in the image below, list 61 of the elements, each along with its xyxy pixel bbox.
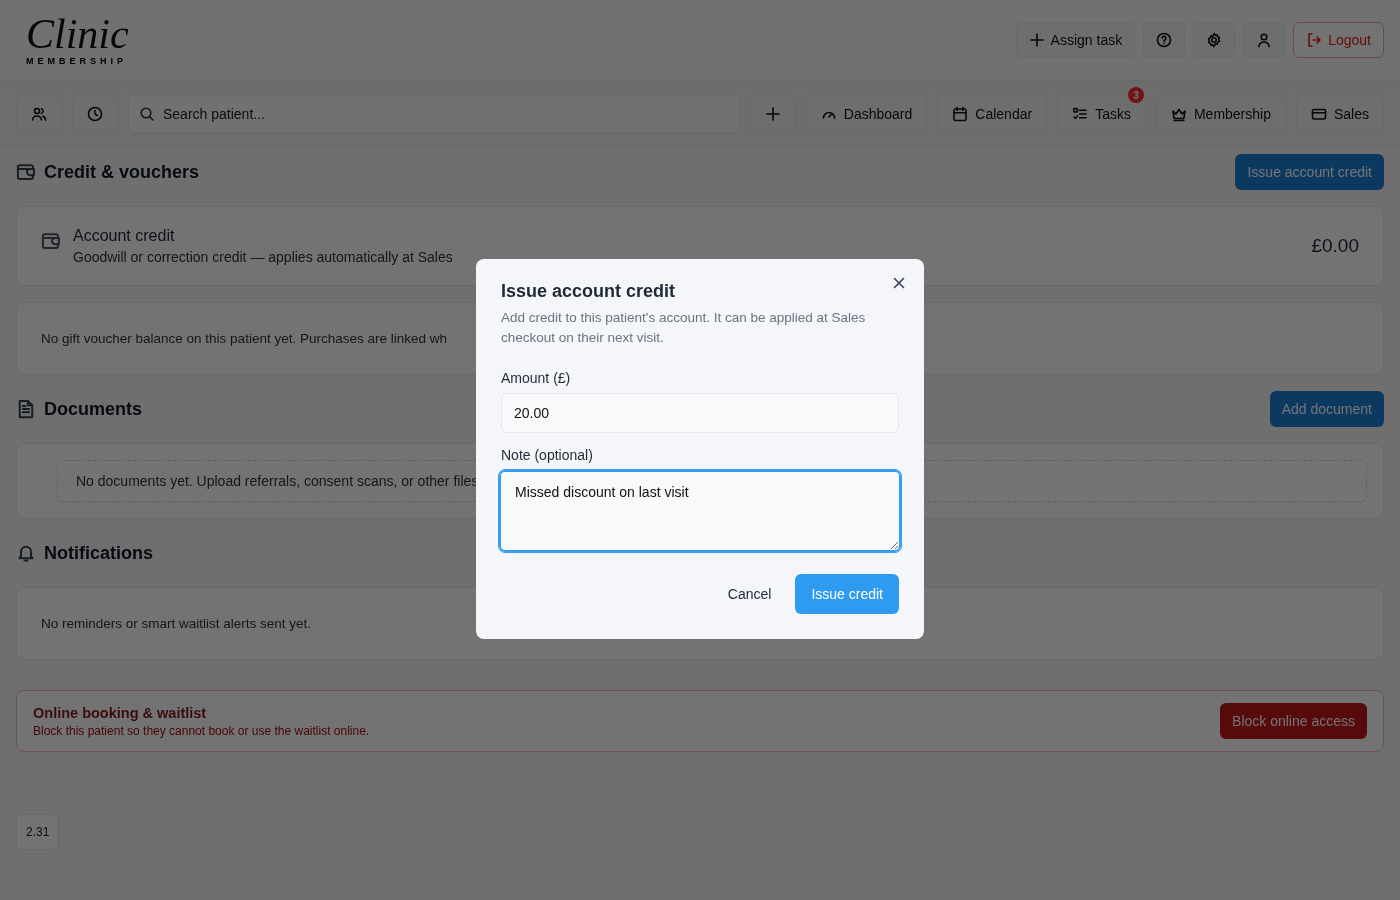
cancel-button[interactable]: Cancel bbox=[713, 574, 786, 614]
nav-label: Calendar bbox=[975, 106, 1033, 122]
amount-field[interactable]: 20.00 bbox=[501, 393, 899, 433]
document-icon bbox=[16, 399, 36, 419]
patients-button[interactable] bbox=[16, 95, 62, 133]
button-label: Logout bbox=[1328, 32, 1371, 48]
primary-button[interactable]: Add document bbox=[1269, 391, 1384, 427]
card-title: Account credit bbox=[73, 227, 176, 245]
plus-icon bbox=[764, 106, 781, 122]
profile-button[interactable] bbox=[1243, 22, 1286, 58]
nav-label: Tasks bbox=[1095, 106, 1131, 122]
logo-tagline: MEMBERSHIP bbox=[26, 56, 127, 66]
warning-title: Online booking & waitlist bbox=[33, 704, 208, 721]
section-title: Credit & vouchers bbox=[44, 161, 200, 183]
calendar-icon bbox=[952, 106, 969, 122]
nav-button[interactable]: Dashboard bbox=[805, 95, 928, 133]
assign-task-button[interactable]: Assign task bbox=[1015, 22, 1136, 58]
nav-button[interactable]: Membership bbox=[1155, 95, 1286, 133]
credit-card-icon bbox=[1310, 106, 1327, 122]
crown-icon bbox=[1170, 106, 1187, 122]
help-button[interactable] bbox=[1143, 22, 1186, 58]
person-icon bbox=[1256, 32, 1273, 48]
card-description: Goodwill or correction credit — applies automatically at Sales bbox=[73, 249, 453, 265]
plus-icon bbox=[1028, 32, 1045, 48]
empty-message: No gift voucher balance on this patient yet. Purchases are linked wh bbox=[41, 330, 447, 348]
settings-button[interactable] bbox=[1193, 22, 1236, 58]
nav-label: Dashboard bbox=[843, 106, 913, 122]
logout-button[interactable]: Logout bbox=[1293, 22, 1384, 58]
logo-script: Clinic bbox=[26, 14, 129, 54]
version-badge: 2.31 bbox=[16, 814, 60, 850]
nav-button[interactable]: Sales bbox=[1295, 95, 1384, 133]
logout-icon bbox=[1306, 32, 1323, 48]
help-icon bbox=[1156, 32, 1173, 48]
field-label: Note (optional) bbox=[501, 447, 594, 463]
clock-icon bbox=[87, 106, 103, 122]
settings-icon bbox=[1206, 32, 1223, 48]
warning-text: Block this patient so they cannot book or use the waitlist online. bbox=[33, 723, 370, 738]
note-field[interactable]: Missed discount on last visit bbox=[499, 470, 901, 552]
issue-credit-button[interactable]: Issue credit bbox=[795, 574, 899, 614]
bell-icon bbox=[16, 543, 36, 563]
history-button[interactable] bbox=[72, 95, 118, 133]
field-label: Amount (£) bbox=[501, 370, 572, 386]
dialog-description: Add credit to this patient's account. It can be applied at Sales checkout on their next visit. bbox=[501, 309, 867, 347]
section-title: Documents bbox=[44, 398, 142, 420]
wallet-icon bbox=[41, 231, 61, 251]
wallet-icon bbox=[16, 162, 36, 182]
people-icon bbox=[31, 106, 47, 122]
balance-amount: £0.00 bbox=[1311, 235, 1359, 257]
checklist-icon bbox=[1072, 106, 1089, 122]
add-button[interactable] bbox=[749, 95, 796, 133]
search-field[interactable]: Search patient... bbox=[128, 95, 740, 133]
button-label: Assign task bbox=[1050, 32, 1123, 48]
nav-label: Membership bbox=[1193, 106, 1271, 122]
dialog-title: Issue account credit bbox=[501, 281, 677, 302]
block-button[interactable]: Block online access bbox=[1220, 703, 1367, 739]
count-badge: 3 bbox=[1127, 87, 1144, 103]
nav-button[interactable]: Calendar bbox=[937, 95, 1048, 133]
nav-label: Sales bbox=[1333, 106, 1369, 122]
empty-message: No reminders or smart waitlist alerts sent yet. bbox=[41, 615, 312, 633]
section-title: Notifications bbox=[44, 542, 153, 564]
primary-button[interactable]: Issue account credit bbox=[1235, 154, 1384, 190]
